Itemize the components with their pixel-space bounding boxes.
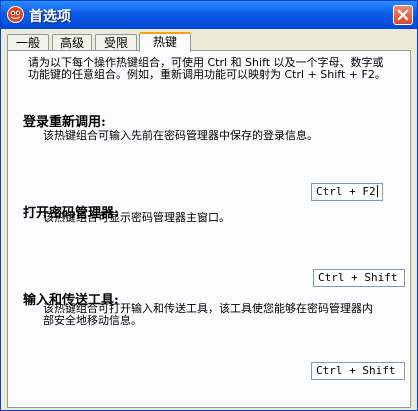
open-manager-hotkey-input[interactable]: Ctrl + Shift xyxy=(313,269,405,287)
close-button[interactable] xyxy=(393,5,413,25)
app-logo-icon xyxy=(7,6,24,23)
intro-text: 请为以下每个操作热键组合，可使用 Ctrl 和 Shift 以及一个字母、数字或… xyxy=(28,56,386,81)
title-bar[interactable]: 首选项 xyxy=(1,1,417,29)
login-recall-description: 该热键组合可输入先前在密码管理器中保存的登录信息。 xyxy=(43,129,318,142)
login-recall-hotkey-input[interactable]: Ctrl + F2 xyxy=(311,183,383,201)
tab-restricted[interactable]: 受限 xyxy=(95,34,137,51)
text-caret xyxy=(376,185,378,197)
hotkeys-panel: 请为以下每个操作热键组合，可使用 Ctrl 和 Shift 以及一个字母、数字或… xyxy=(7,50,411,408)
fill-transfer-description: 该热键组合可打开输入和传送工具，该工具使您能够在密码管理器内部安全地移动信息。 xyxy=(43,302,373,327)
tab-hotkeys[interactable]: 热键 xyxy=(139,32,191,52)
close-icon xyxy=(397,9,409,21)
window-title: 首选项 xyxy=(29,9,71,25)
fill-transfer-hotkey-input[interactable]: Ctrl + Shift xyxy=(311,362,405,380)
login-recall-title: 登录重新调用: xyxy=(23,115,106,130)
preferences-window: 首选项 一般 高级 受限 热键 请为以下每个操作热键组合，可使用 Ctrl 和 … xyxy=(0,0,418,411)
tab-general[interactable]: 一般 xyxy=(7,34,49,51)
open-manager-description: 该热键组合可显示密码管理器主窗口。 xyxy=(43,211,230,224)
tab-advanced[interactable]: 高级 xyxy=(52,34,92,51)
